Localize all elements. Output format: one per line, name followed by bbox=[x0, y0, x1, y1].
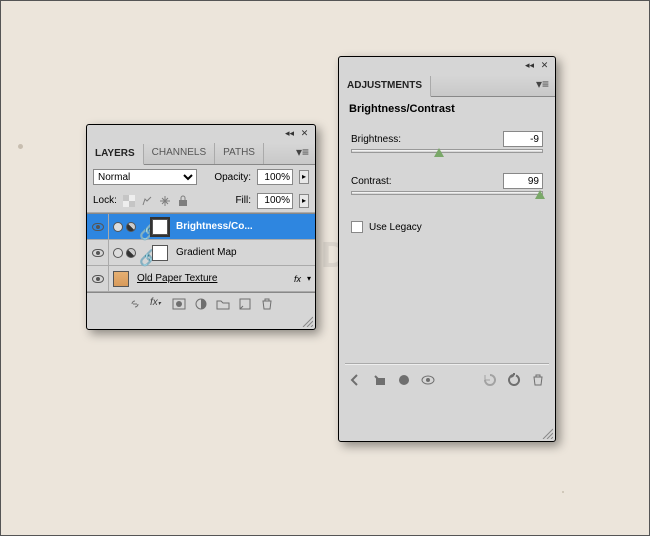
opacity-input[interactable] bbox=[257, 169, 293, 185]
use-legacy-label: Use Legacy bbox=[369, 222, 422, 233]
mask-icon[interactable] bbox=[172, 297, 186, 311]
layer-row-brightness-contrast[interactable]: 🔗 Brightness/Co... bbox=[87, 214, 315, 240]
eye-icon bbox=[92, 249, 104, 257]
eye-icon bbox=[92, 223, 104, 231]
blend-mode-select[interactable]: Normal bbox=[93, 169, 197, 185]
tab-channels[interactable]: CHANNELS bbox=[144, 143, 215, 164]
mask-thumbnail[interactable] bbox=[152, 245, 168, 261]
collapse-icon[interactable]: ◂◂ bbox=[523, 59, 536, 72]
fill-input[interactable] bbox=[257, 193, 293, 209]
adjustment-layer-icon[interactable] bbox=[194, 297, 208, 311]
panel-tabbar: LAYERS CHANNELS PATHS ▾≡ bbox=[87, 143, 315, 165]
adjustment-icon bbox=[126, 222, 136, 232]
lock-all-icon[interactable] bbox=[177, 195, 189, 207]
layer-name: Brightness/Co... bbox=[172, 221, 315, 232]
clip-to-layer-icon[interactable] bbox=[373, 373, 387, 387]
link-icon: 🔗 bbox=[139, 248, 149, 258]
opacity-label: Opacity: bbox=[214, 172, 251, 183]
link-layers-icon[interactable] bbox=[128, 297, 142, 311]
bg-speck bbox=[18, 144, 23, 149]
layers-footer: fx▾ bbox=[87, 293, 315, 315]
close-icon[interactable]: ✕ bbox=[298, 127, 311, 140]
smart-filter-icon bbox=[113, 248, 123, 258]
tab-layers[interactable]: LAYERS bbox=[87, 144, 144, 165]
slider-thumb[interactable] bbox=[535, 190, 545, 199]
opacity-flyout[interactable]: ▸ bbox=[299, 170, 309, 184]
back-icon[interactable] bbox=[349, 373, 363, 387]
layer-row-gradient-map[interactable]: 🔗 Gradient Map bbox=[87, 240, 315, 266]
lock-transparency-icon[interactable] bbox=[123, 195, 135, 207]
contrast-slider[interactable] bbox=[351, 191, 543, 195]
brightness-input[interactable] bbox=[503, 131, 543, 147]
close-icon[interactable]: ✕ bbox=[538, 59, 551, 72]
reset-previous-icon[interactable] bbox=[483, 373, 497, 387]
layer-name: Old Paper Texture bbox=[133, 273, 294, 284]
group-icon[interactable] bbox=[216, 297, 230, 311]
link-icon: 🔗 bbox=[139, 222, 149, 232]
smart-object-thumbnail[interactable] bbox=[113, 271, 129, 287]
layer-list: 🔗 Brightness/Co... 🔗 Gradient Map Old Pa… bbox=[87, 213, 315, 293]
lock-pixels-icon[interactable] bbox=[141, 195, 153, 207]
resize-grip[interactable] bbox=[541, 427, 553, 439]
toggle-visibility-icon[interactable] bbox=[421, 373, 435, 387]
brightness-slider[interactable] bbox=[351, 149, 543, 153]
new-layer-icon[interactable] bbox=[238, 297, 252, 311]
adjustment-icon bbox=[126, 248, 136, 258]
fill-flyout[interactable]: ▸ bbox=[299, 194, 309, 208]
trash-icon[interactable] bbox=[260, 297, 274, 311]
smart-filter-icon bbox=[113, 222, 123, 232]
panel-menu-icon[interactable]: ▾≡ bbox=[290, 143, 315, 164]
brightness-label: Brightness: bbox=[351, 134, 401, 145]
tab-adjustments[interactable]: ADJUSTMENTS bbox=[339, 76, 431, 97]
lock-position-icon[interactable] bbox=[159, 195, 171, 207]
tab-paths[interactable]: PATHS bbox=[215, 143, 264, 164]
fx-expand-icon[interactable]: ▾ bbox=[303, 274, 315, 283]
layer-name: Gradient Map bbox=[172, 247, 315, 258]
bg-speck bbox=[562, 491, 564, 493]
lock-label: Lock: bbox=[93, 195, 117, 206]
reset-icon[interactable] bbox=[507, 373, 521, 387]
resize-grip[interactable] bbox=[301, 315, 313, 327]
layer-row-old-paper-texture[interactable]: Old Paper Texture fx ▾ bbox=[87, 266, 315, 292]
adjustment-title: Brightness/Contrast bbox=[339, 97, 555, 125]
visibility-toggle[interactable] bbox=[87, 214, 109, 239]
adjustments-panel: ◂◂ ✕ ADJUSTMENTS ▾≡ Brightness/Contrast … bbox=[338, 56, 556, 442]
fx-label: fx bbox=[294, 274, 303, 284]
visibility-toggle[interactable] bbox=[87, 240, 109, 265]
slider-thumb[interactable] bbox=[434, 148, 444, 157]
adjustments-footer bbox=[339, 365, 555, 395]
trash-icon[interactable] bbox=[531, 373, 545, 387]
eye-icon bbox=[92, 275, 104, 283]
fill-label: Fill: bbox=[235, 195, 251, 206]
mask-thumbnail[interactable] bbox=[152, 219, 168, 235]
contrast-input[interactable] bbox=[503, 173, 543, 189]
visibility-toggle[interactable] bbox=[87, 266, 109, 291]
contrast-label: Contrast: bbox=[351, 176, 392, 187]
fx-icon[interactable]: fx▾ bbox=[150, 297, 164, 311]
view-previous-icon[interactable] bbox=[397, 373, 411, 387]
panel-menu-icon[interactable]: ▾≡ bbox=[530, 75, 555, 96]
layers-panel: ◂◂ ✕ LAYERS CHANNELS PATHS ▾≡ Normal Opa… bbox=[86, 124, 316, 330]
collapse-icon[interactable]: ◂◂ bbox=[283, 127, 296, 140]
use-legacy-checkbox[interactable] bbox=[351, 221, 363, 233]
